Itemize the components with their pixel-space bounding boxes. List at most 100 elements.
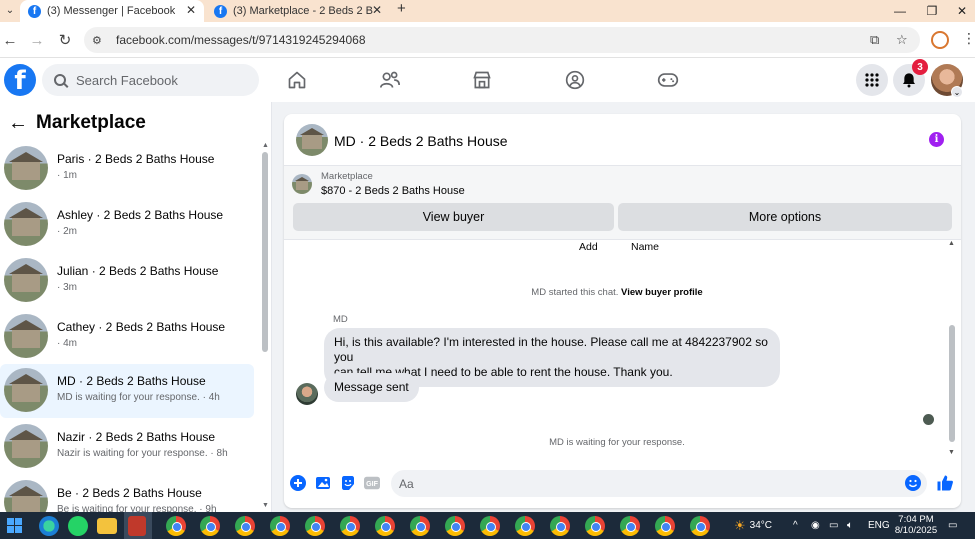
file-explorer-icon[interactable]	[97, 518, 117, 534]
browser-profile-icon[interactable]	[931, 31, 949, 49]
view-buyer-profile-link[interactable]: View buyer profile	[621, 287, 703, 298]
chrome-icon[interactable]	[305, 516, 325, 536]
message-scrollbar[interactable]	[949, 325, 955, 442]
facebook-search[interactable]	[42, 64, 259, 96]
scroll-down-arrow-icon[interactable]: ▼	[262, 502, 269, 509]
clock-time: 7:04 PM	[898, 514, 934, 525]
scroll-down-arrow-icon[interactable]: ▼	[948, 449, 955, 456]
whatsapp-icon[interactable]	[68, 516, 88, 536]
chrome-icon[interactable]	[655, 516, 675, 536]
meet-now-icon[interactable]: ◉	[811, 512, 820, 539]
chrome-icon[interactable]	[200, 516, 220, 536]
app-icon[interactable]	[128, 516, 146, 536]
conversation-subtitle: Nazir is waiting for your response. · 8h	[57, 448, 228, 459]
forward-arrow-icon[interactable]: →	[27, 30, 47, 50]
plus-icon[interactable]	[290, 475, 306, 491]
gif-icon[interactable]: GIF	[364, 475, 380, 491]
bookmark-star-icon[interactable]: ☆	[896, 27, 908, 53]
scroll-up-arrow-icon[interactable]: ▲	[262, 142, 269, 149]
chrome-icon[interactable]	[550, 516, 570, 536]
chrome-icon[interactable]	[480, 516, 500, 536]
house-thumbnail[interactable]	[296, 124, 328, 156]
photo-icon[interactable]	[315, 475, 331, 491]
clock-date: 8/10/2025	[894, 525, 938, 536]
listing-price-title[interactable]: $870 - 2 Beds 2 Baths House	[321, 185, 465, 197]
chrome-icon[interactable]	[166, 516, 186, 536]
conversation-list-scrollbar[interactable]	[262, 152, 268, 352]
scroll-up-arrow-icon[interactable]: ▲	[948, 240, 955, 247]
conversation-item[interactable]: Nazir · 2 Beds 2 Baths House Nazir is wa…	[0, 420, 254, 474]
search-input[interactable]	[76, 72, 246, 88]
chrome-icon[interactable]	[375, 516, 395, 536]
gaming-icon[interactable]	[656, 68, 680, 92]
more-options-button[interactable]: More options	[618, 203, 952, 231]
close-window-icon[interactable]: ✕	[944, 0, 975, 22]
install-app-icon[interactable]: ⧉	[870, 27, 879, 53]
minimize-window-icon[interactable]: —	[882, 0, 918, 22]
chrome-icon[interactable]	[620, 516, 640, 536]
marketplace-icon[interactable]	[470, 68, 494, 92]
chrome-icon[interactable]	[690, 516, 710, 536]
browser-tab-bar: ⌄ f (3) Messenger | Facebook ✕ f (3) Mar…	[0, 0, 975, 22]
windows-start-icon[interactable]	[7, 518, 22, 533]
volume-icon[interactable]: 🔈︎	[847, 512, 853, 539]
house-thumbnail	[4, 480, 48, 512]
chrome-icon[interactable]	[515, 516, 535, 536]
weather-widget[interactable]: ☀ 34°C	[734, 512, 772, 539]
conversation-item-selected[interactable]: MD · 2 Beds 2 Baths House MD is waiting …	[0, 364, 254, 418]
chrome-icon[interactable]	[340, 516, 360, 536]
back-arrow-icon[interactable]: ←	[8, 112, 28, 135]
new-tab-plus-icon[interactable]: +	[397, 0, 406, 17]
view-buyer-button[interactable]: View buyer	[293, 203, 614, 231]
reload-icon[interactable]: ↻	[55, 30, 75, 50]
edge-icon[interactable]	[39, 516, 59, 536]
chrome-icon[interactable]	[270, 516, 290, 536]
back-arrow-icon[interactable]: ←	[0, 30, 20, 50]
conversation-subtitle: · 2m	[57, 226, 77, 237]
conversation-subtitle: MD is waiting for your response. · 4h	[57, 392, 220, 403]
close-tab-icon[interactable]: ✕	[372, 3, 382, 17]
tab-messenger[interactable]: f (3) Messenger | Facebook ✕	[20, 0, 204, 22]
home-icon[interactable]	[285, 68, 309, 92]
listing-thumbnail[interactable]	[292, 174, 312, 194]
house-thumbnail	[4, 146, 48, 190]
add-label[interactable]: Add	[579, 241, 598, 253]
chrome-icon[interactable]	[445, 516, 465, 536]
facebook-logo-icon[interactable]: f	[4, 64, 36, 96]
groups-icon[interactable]	[563, 68, 587, 92]
sticker-icon[interactable]	[340, 475, 356, 491]
close-tab-icon[interactable]: ✕	[186, 3, 196, 17]
friends-icon[interactable]	[378, 68, 402, 92]
chrome-icon[interactable]	[235, 516, 255, 536]
conversation-item[interactable]: Paris · 2 Beds 2 Baths House · 1m	[0, 142, 254, 196]
info-icon[interactable]: i	[929, 132, 944, 147]
url-omnibox[interactable]: ⚙ facebook.com/messages/t/97143192452940…	[84, 27, 920, 53]
chrome-icon[interactable]	[410, 516, 430, 536]
language-indicator[interactable]: ENG	[868, 512, 890, 539]
site-settings-icon[interactable]: ⚙	[92, 34, 108, 47]
weather-sun-icon: ☀	[734, 517, 746, 533]
url-text[interactable]: facebook.com/messages/t/9714319245294068	[116, 33, 366, 47]
conversation-item[interactable]: Be · 2 Beds 2 Baths House Be is waiting …	[0, 476, 254, 512]
system-clock[interactable]: 7:04 PM 8/10/2025	[890, 514, 942, 536]
notification-center-icon[interactable]: ▭	[948, 512, 957, 539]
chrome-icon[interactable]	[585, 516, 605, 536]
tab-marketplace[interactable]: f (3) Marketplace - 2 Beds 2 Baths ✕	[206, 0, 390, 22]
show-hidden-icons-chevron-icon[interactable]: ^	[793, 512, 798, 539]
chevron-down-icon[interactable]: ⌄	[951, 86, 963, 98]
menu-grid-icon[interactable]	[856, 64, 888, 96]
message-bubble[interactable]: Message sent	[324, 373, 419, 402]
message-input[interactable]	[391, 470, 927, 497]
conversation-item[interactable]: Ashley · 2 Beds 2 Baths House · 2m	[0, 198, 254, 252]
emoji-icon[interactable]	[905, 475, 921, 491]
tab-list-chevron-icon[interactable]: ⌄	[2, 2, 18, 18]
conversation-item[interactable]: Cathey · 2 Beds 2 Baths House · 4m	[0, 310, 254, 364]
network-icon[interactable]: ▭	[829, 512, 838, 539]
chat-title[interactable]: MD · 2 Beds 2 Baths House	[334, 133, 508, 149]
name-label[interactable]: Name	[631, 241, 659, 253]
browser-menu-icon[interactable]: ⋮	[962, 30, 975, 47]
conversation-name: Cathey · 2 Beds 2 Baths House	[57, 320, 226, 334]
sender-avatar[interactable]	[296, 383, 318, 405]
like-thumbs-up-icon[interactable]	[935, 473, 955, 493]
conversation-item[interactable]: Julian · 2 Beds 2 Baths House · 3m	[0, 254, 254, 308]
